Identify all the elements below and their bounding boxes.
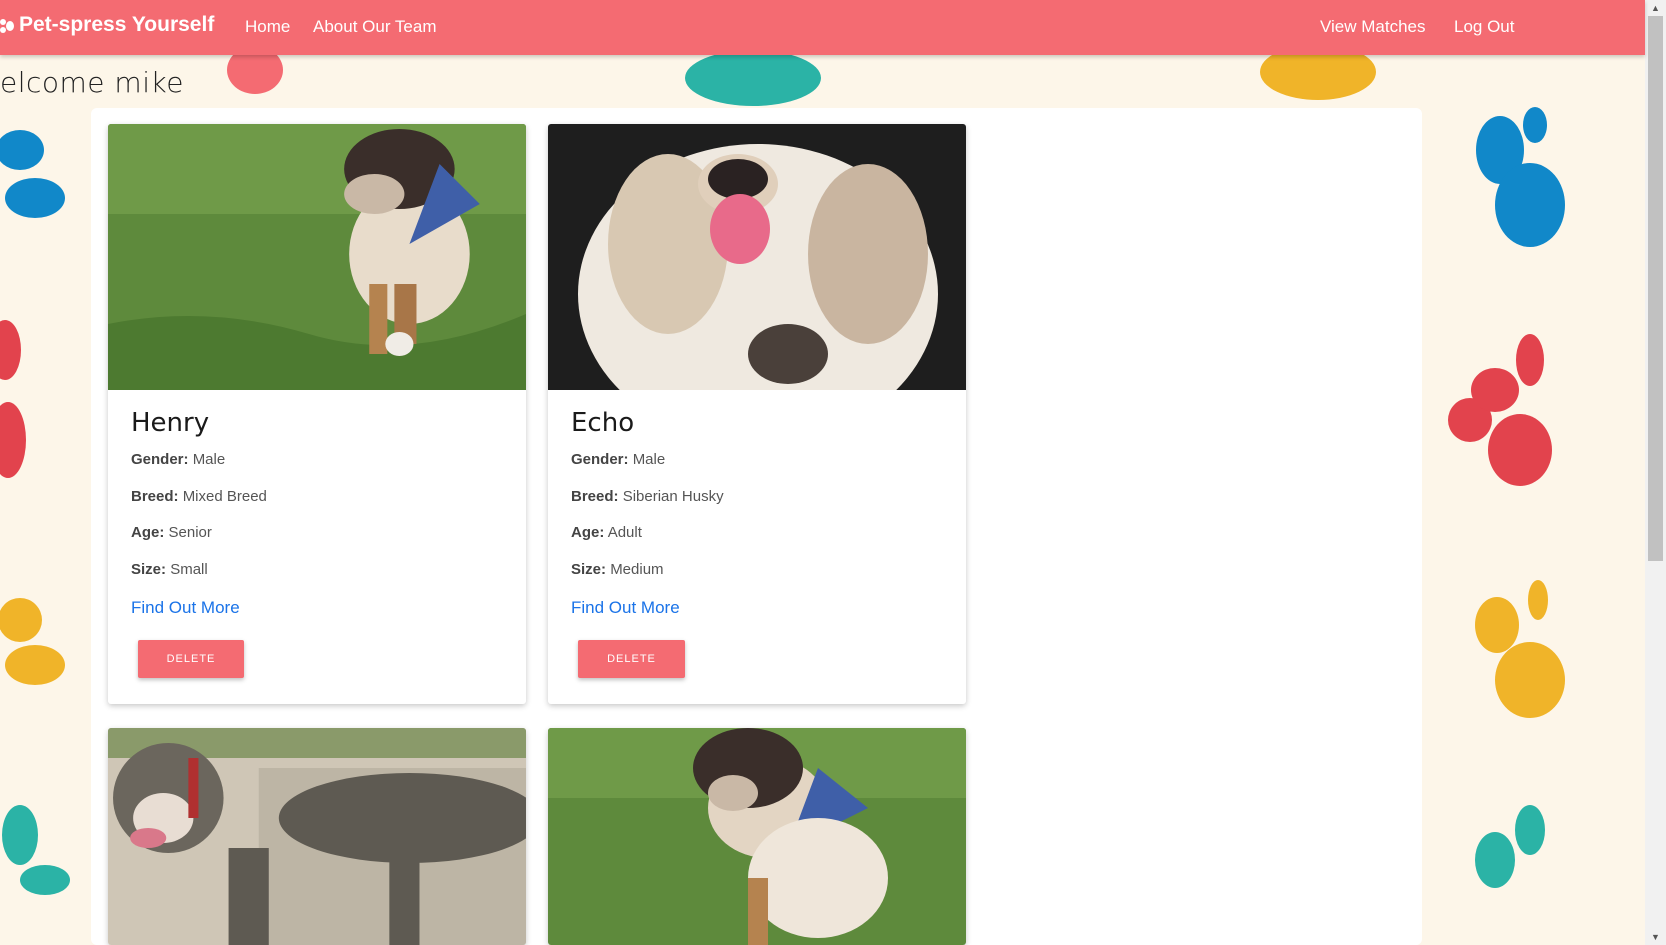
navbar: Pet-spress Yourself Home About Our Team … — [0, 0, 1645, 55]
paw-icon — [0, 19, 14, 33]
find-out-more-link[interactable]: Find Out More — [571, 598, 680, 618]
pet-card: Henry Gender: Male Breed: Mixed Breed Ag… — [108, 124, 526, 704]
brand-logo[interactable]: Pet-spress Yourself — [0, 13, 214, 37]
pet-card: Echo Gender: Male Breed: Siberian Husky … — [548, 124, 966, 704]
delete-button[interactable]: DELETE — [578, 640, 685, 678]
pet-card — [548, 728, 966, 945]
pet-age: Age: Senior — [131, 524, 212, 541]
dog-photo — [548, 124, 966, 390]
pet-gender: Gender: Male — [131, 451, 226, 468]
pet-card — [108, 728, 526, 945]
nav-home-link[interactable]: Home — [245, 17, 290, 37]
nav-logout-link[interactable]: Log Out — [1454, 17, 1515, 37]
welcome-heading: elcome mike — [0, 66, 184, 99]
pet-name: Henry — [131, 408, 210, 438]
brand-name: Pet-spress Yourself — [19, 13, 215, 36]
pet-age: Age: Adult — [571, 524, 642, 541]
pet-breed: Breed: Mixed Breed — [131, 488, 267, 505]
dog-photo — [548, 728, 966, 945]
scrollbar-thumb[interactable] — [1648, 16, 1663, 561]
scroll-down-arrow-icon[interactable]: ▼ — [1645, 929, 1666, 945]
pet-gender: Gender: Male — [571, 451, 666, 468]
dog-photo — [108, 728, 526, 945]
pet-breed: Breed: Siberian Husky — [571, 488, 724, 505]
delete-button[interactable]: DELETE — [138, 640, 244, 678]
nav-view-matches-link[interactable]: View Matches — [1320, 17, 1426, 37]
dog-photo — [108, 124, 526, 390]
pet-size: Size: Medium — [571, 561, 664, 578]
nav-about-link[interactable]: About Our Team — [313, 17, 436, 37]
pet-size: Size: Small — [131, 561, 208, 578]
page-scrollbar[interactable]: ▲ ▼ — [1645, 0, 1666, 945]
scroll-up-arrow-icon[interactable]: ▲ — [1645, 0, 1666, 16]
pet-name: Echo — [571, 408, 635, 438]
find-out-more-link[interactable]: Find Out More — [131, 598, 240, 618]
